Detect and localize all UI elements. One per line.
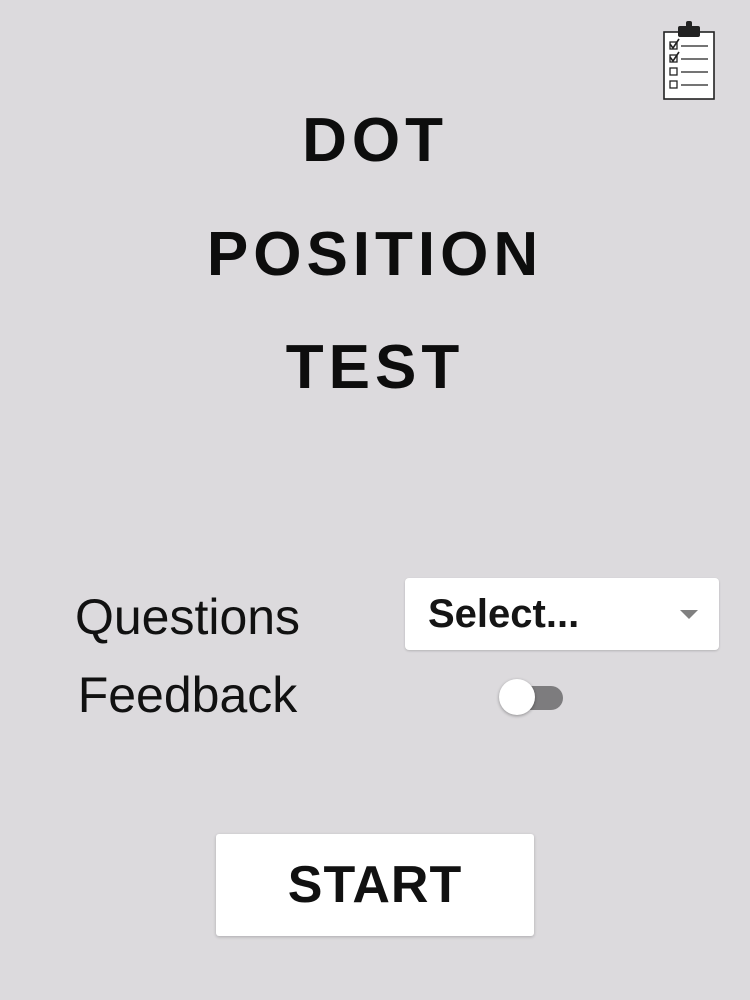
page-title-line-2: POSITION (206, 220, 544, 289)
start-button[interactable]: START (216, 834, 534, 936)
feedback-label: Feedback (77, 667, 298, 723)
feedback-toggle-thumb (499, 679, 535, 715)
chevron-down-icon (680, 610, 698, 619)
clipboard-checklist-icon (663, 21, 715, 100)
questions-label: Questions (74, 589, 301, 645)
feedback-toggle[interactable] (499, 678, 567, 718)
questions-select-value: Select... (428, 592, 580, 636)
questions-select[interactable]: Select... (405, 578, 719, 650)
clipboard-checklist-button[interactable] (660, 20, 718, 102)
page-title-line-3: TEST (285, 333, 465, 402)
page-title-line-1: DOT (302, 106, 448, 175)
